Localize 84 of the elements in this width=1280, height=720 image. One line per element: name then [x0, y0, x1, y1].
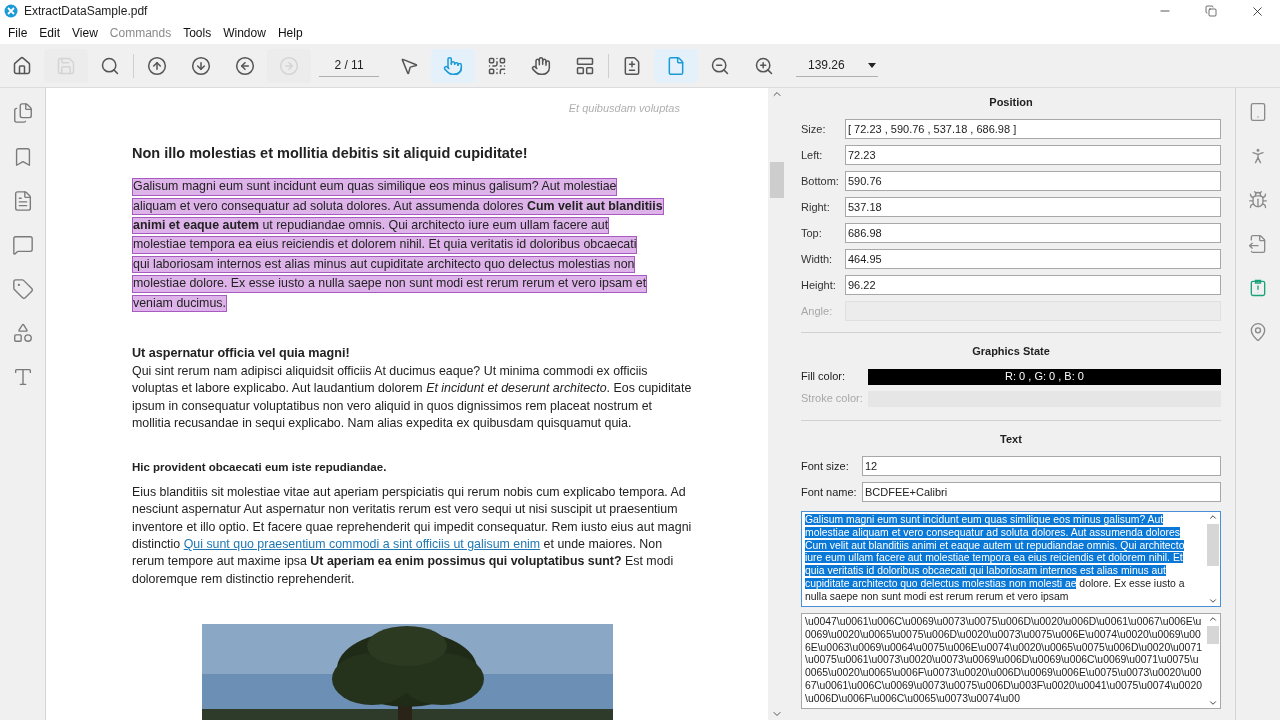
arrow-right-icon — [279, 55, 299, 76]
field-label: Left: — [801, 147, 824, 163]
zoom-in-icon — [754, 55, 774, 76]
field-label: Angle: — [801, 303, 834, 319]
body-paragraph: Qui sint rerum nam adipisci aliquidsit officiis At ducimus eaque? Ut minima commodi ex officiis voluptas et labore explicabo. Aut laudantium dolorem Et incidunt et deserunt architecto. Eos cupiditate ipsum in consequatur voluptatibus non vero aliquid in quos dignissimos rem placeat nostrum et mollitia recusandae in sequi explicabo. Nam alias expedita ex quibusdam quisquamut quia. — [132, 363, 692, 433]
field-label: Fill color: — [801, 369, 846, 385]
save-icon — [56, 55, 76, 76]
field-label: Font name: — [801, 484, 858, 500]
qr-code-icon — [487, 55, 507, 76]
hand-icon — [531, 55, 551, 76]
unicode-text: \u0047\u0061\u006C\u0069\u0073\u0075\u006D\u0020\u006D\u0061\u0067\u006E\u0069\u0020\u0065\u0075\u006D\u0020\u0073\u0075\u006E\u0074\u0020\u0069\u006E\u0063\u0069\u0064\u0075\u006E\u0074\u0020\u0065\u0075\u006D\u0020\u0071\u0075\u0061\u0073\u0020\u0073\u0069\u006D\u0069\u006C\u0069\u0071\u0075\u0065\u0020\u0065\u006F\u0073\u0020\u006D\u0069\u006E\u0075\u0073\u0020\u0067\u0061\u006C\u0069\u0073\u0075\u006D\u003F\u0020\u0041\u0075\u0074\u0020\u006D\u006F\u006C\u0065\u0073\u0074\u00 — [804, 615, 1203, 706]
scrollbar-thumb[interactable] — [769, 162, 784, 198]
menu-item[interactable]: Tools — [177, 24, 218, 42]
page-number-field[interactable]: 2 / 11 — [319, 54, 379, 77]
menu-item[interactable]: File — [2, 24, 34, 42]
arrow-left-icon — [235, 55, 255, 76]
window-title: ExtractDataSample.pdf — [24, 3, 148, 20]
field-label: Size: — [801, 121, 827, 137]
hand-pointer-icon — [443, 55, 463, 76]
scroll-down-icon[interactable] — [1208, 698, 1218, 708]
document-heading: Non illo molestias et mollitia debitis sit aliquid cupiditate! — [132, 143, 529, 163]
comment-panel-button[interactable] — [11, 234, 34, 256]
field-label: Bottom: — [801, 173, 840, 189]
scrollbar-thumb[interactable] — [1207, 626, 1219, 644]
search-icon — [100, 55, 120, 76]
scroll-down-icon[interactable] — [1208, 596, 1218, 606]
bug-icon — [1248, 190, 1268, 210]
section-heading: Hic provident obcaecati eum iste repudiandae. — [132, 459, 388, 475]
table-icon — [575, 55, 595, 76]
arrow-up-icon — [147, 55, 167, 76]
section-title: Position — [988, 95, 1034, 110]
app-logo-icon — [4, 4, 18, 18]
tag-panel-button[interactable] — [11, 278, 34, 300]
zoom-dropdown[interactable]: 139.26 — [796, 54, 878, 77]
body-paragraph: Eius blanditiis sit molestiae vitae aut aperiam perspiciatis qui rerum nobis cum explicabo tempora. Ad nesciunt aspernatur Aut aspernatur non veritatis rerum est vero sequi ut nisi suscipit ut praesentium inventore et illo optio. Et facere quae reprehenderit qui impedit consequatur. Rem iusto eius aut magni distinctio Qui sunt quo praesentium commodi a sint officiis ut galisum enim et unde maiores. Non rerum tempore aut maxime ipsa Ut aperiam ea enim possimus qui voluptatibus sunt? Est modi doloremque rem distinctio reprehenderit. — [132, 483, 692, 588]
scroll-up-icon[interactable] — [1208, 512, 1218, 522]
fill-color-swatch[interactable]: R: 0 , G: 0 , B: 0 — [868, 368, 1221, 385]
section-heading: Ut aspernatur officia vel quia magni! — [132, 345, 351, 363]
section-title: Graphics State — [971, 344, 1051, 359]
menu-item[interactable]: Edit — [33, 24, 67, 42]
field-label: Width: — [801, 251, 834, 267]
field-input[interactable]: 96.22 — [845, 275, 1221, 295]
field-label: Stroke color: — [801, 391, 864, 407]
toolbar-button[interactable] — [654, 48, 698, 83]
pages-icon — [11, 102, 34, 124]
menu-item[interactable]: View — [66, 24, 104, 42]
file-export-icon — [1248, 234, 1268, 254]
comment-icon — [11, 234, 34, 256]
field-input[interactable]: BCDFEE+Calibri — [862, 482, 1221, 502]
section-title: Text — [999, 431, 1023, 447]
field-input[interactable]: 686.98 — [845, 223, 1221, 243]
home-icon — [12, 55, 32, 76]
field-input[interactable]: 590.76 — [845, 171, 1221, 191]
scroll-up-icon[interactable] — [1208, 614, 1218, 624]
shapes-icon — [11, 322, 34, 344]
running-header: Et quibusdam voluptas — [568, 101, 680, 116]
field-input[interactable]: 464.95 — [845, 249, 1221, 269]
clipboard-alert-icon — [1248, 278, 1268, 298]
field-input[interactable]: 537.18 — [845, 197, 1221, 217]
file-export-panel-button[interactable] — [1248, 234, 1268, 254]
toolbar-button[interactable] — [431, 48, 475, 83]
shapes-panel-button[interactable] — [11, 322, 34, 344]
field-label: Right: — [801, 199, 831, 215]
bug-panel-button[interactable] — [1248, 190, 1268, 210]
map-pin-panel-button[interactable] — [1248, 322, 1268, 342]
field-input[interactable]: [ 72.23 , 590.76 , 537.18 , 686.98 ] — [845, 119, 1221, 139]
menu-item[interactable]: Window — [217, 24, 272, 42]
pages-panel-button[interactable] — [11, 102, 34, 124]
arrow-down-icon — [191, 55, 211, 76]
field-label: Height: — [801, 277, 837, 293]
menu-item[interactable]: Help — [271, 24, 309, 42]
field-label: Font size: — [801, 458, 850, 474]
text-content: Galisum magni eum sunt incidunt eum quas similique eos minus galisum? Aut molestiae aliquam et vero consequatur ad soluta dolores. Aut assumenda dolores Cum velit aut blanditiis animi et eaque autem ut repudiandae omnis. Qui architecto iure eum ullam facere aut molestiae tempora ea eius reiciendis et dolorem nihil. Et quia veritatis id doloribus obcaecati qui laboriosam internos est alias minus aut cupiditate architecto quo delectus molestias non molesti ae dolore. Ex esse iusto a nulla saepe non sunt modi est rerum rerum et vero ipsam — [804, 513, 1186, 604]
restore-icon — [1205, 5, 1217, 17]
field-input[interactable]: 72.23 — [845, 145, 1221, 165]
dropdown-caret-icon — [868, 62, 876, 68]
field-label: Top: — [801, 225, 823, 241]
clipboard-alert-panel-button[interactable] — [1248, 278, 1268, 298]
field-input[interactable]: 12 — [862, 456, 1221, 476]
map-pin-icon — [1248, 322, 1268, 342]
zoom-out-icon — [710, 55, 730, 76]
tag-icon — [11, 278, 34, 300]
scrollbar-thumb[interactable] — [1207, 524, 1219, 566]
hyperlink[interactable]: Qui sunt quo praesentium commodi a sint officiis ut galisum enim — [183, 537, 541, 552]
